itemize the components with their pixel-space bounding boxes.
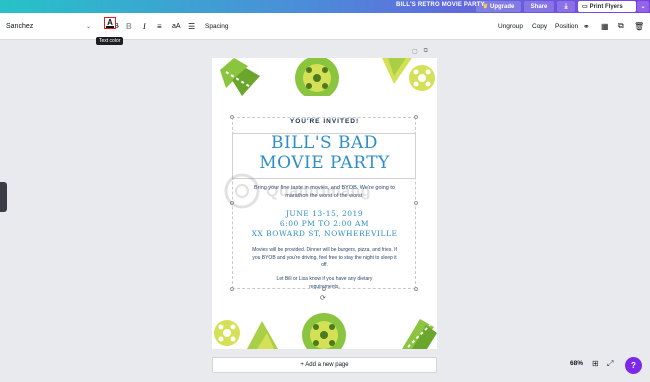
- zoom-level[interactable]: 68%: [570, 360, 583, 367]
- event-date: JUNE 13-15, 2019: [285, 209, 364, 218]
- font-family-select[interactable]: Sanchez: [6, 13, 33, 39]
- text-color-swatch: [106, 26, 114, 28]
- resize-handle[interactable]: [230, 201, 234, 205]
- spacing-button[interactable]: Spacing: [205, 13, 229, 39]
- italic-button[interactable]: I: [143, 13, 146, 39]
- crown-icon: ♛: [482, 4, 489, 10]
- flyer-body-text[interactable]: Movies will be provided. Dinner will be …: [212, 247, 437, 270]
- print-flyers-button[interactable]: ▭ Print Flyers: [578, 1, 636, 12]
- comment-icon[interactable]: ▢: [412, 48, 418, 55]
- link-icon[interactable]: ⚭: [583, 13, 590, 39]
- transparency-icon[interactable]: ▦: [601, 13, 609, 39]
- download-button[interactable]: ⤓: [557, 1, 575, 12]
- ungroup-button[interactable]: Ungroup: [498, 13, 523, 39]
- title-line-2: MOVIE PARTY: [259, 153, 390, 173]
- trash-icon[interactable]: 🗑: [634, 13, 644, 39]
- bottom-decoration: [214, 313, 437, 349]
- top-bar: BILL'S RETRO MOVIE PARTY ♛ Upgrade Share…: [0, 0, 650, 13]
- text-color-icon: A: [107, 17, 113, 27]
- flyer-subtitle[interactable]: Bring your fine taste in movies, and BYO…: [212, 184, 437, 200]
- share-label: Share: [530, 3, 548, 10]
- add-page-button[interactable]: + Add a new page: [212, 357, 437, 373]
- chevron-down-icon[interactable]: ⌄: [116, 13, 120, 39]
- print-label: Print Flyers: [589, 3, 623, 10]
- document-title[interactable]: BILL'S RETRO MOVIE PARTY: [396, 2, 485, 8]
- fullscreen-icon[interactable]: ⤢: [607, 359, 613, 369]
- editor-toolbar: Sanchez ⌄ 50.3 ⌄ B I ≡ aA ☰ Spacing Ungr…: [0, 13, 650, 40]
- tooltip-text-color: Text color: [96, 37, 124, 45]
- chevron-down-icon[interactable]: ⌄: [86, 13, 91, 39]
- upgrade-button[interactable]: ♛ Upgrade: [476, 1, 521, 12]
- title-line-1: BILL'S BAD: [271, 133, 378, 153]
- copy-button[interactable]: Copy: [532, 13, 547, 39]
- chevron-down-icon: ⌄: [640, 4, 646, 10]
- download-icon: ⤓: [564, 2, 568, 10]
- list-icon[interactable]: ☰: [188, 13, 195, 39]
- share-button[interactable]: Share: [524, 1, 554, 12]
- page-actions: ▢ ⧉: [412, 48, 428, 55]
- flyer-contact-text[interactable]: Let Bill or Lisa know if you have any di…: [212, 276, 437, 291]
- side-panel-toggle[interactable]: [0, 182, 7, 212]
- flyer-title[interactable]: BILL'S BAD MOVIE PARTY: [212, 133, 437, 173]
- position-button[interactable]: Position: [555, 13, 578, 39]
- more-options-button[interactable]: ⌄: [637, 1, 649, 12]
- top-decoration: [220, 58, 435, 96]
- help-button[interactable]: ?: [625, 357, 642, 374]
- upgrade-label: Upgrade: [490, 3, 515, 10]
- bold-button[interactable]: B: [126, 13, 132, 39]
- resize-handle[interactable]: [414, 201, 418, 205]
- duplicate-page-icon[interactable]: ⧉: [424, 48, 428, 55]
- align-center-icon[interactable]: ≡: [157, 13, 162, 39]
- event-time: 6:00 PM TO 2:00 AM: [279, 219, 370, 228]
- event-details[interactable]: JUNE 13-15, 2019 6:00 PM TO 2:00 AM XX B…: [212, 209, 437, 239]
- grid-view-icon[interactable]: ⊞: [592, 359, 599, 368]
- rotate-icon[interactable]: ⟳: [320, 294, 326, 302]
- duplicate-icon[interactable]: ⧉: [618, 13, 624, 39]
- text-color-button[interactable]: A: [104, 17, 116, 29]
- invited-heading[interactable]: YOU'RE INVITED!: [212, 118, 437, 125]
- event-address: XX BOWARD ST, NOWHEREVILLE: [251, 229, 398, 238]
- print-icon: ▭: [582, 4, 588, 10]
- letter-case-button[interactable]: aA: [172, 13, 181, 39]
